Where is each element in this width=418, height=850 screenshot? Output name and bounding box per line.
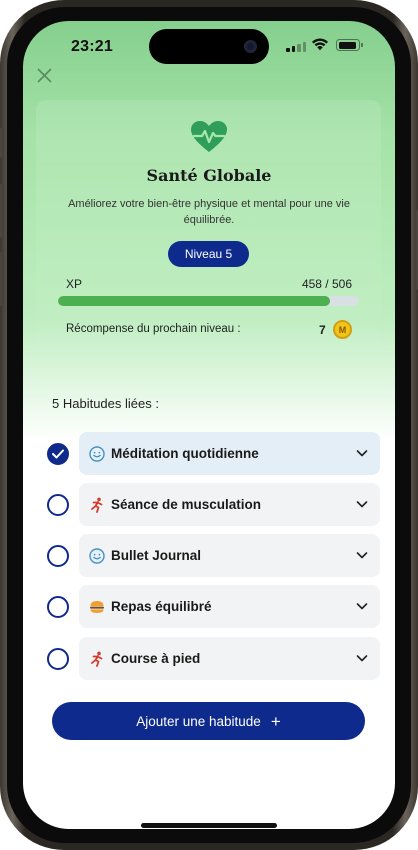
xp-value: 458 / 506	[301, 277, 352, 291]
habit-card[interactable]: Méditation quotidienne	[79, 432, 380, 475]
action-button	[0, 128, 2, 158]
habit-label: Repas équilibré	[111, 599, 212, 614]
status-bar: 23:21	[23, 21, 395, 75]
habit-checkbox[interactable]	[47, 648, 69, 670]
xp-label: XP	[66, 277, 83, 291]
reward-value: 7	[319, 323, 326, 337]
burger-icon	[88, 598, 105, 615]
smile-icon	[88, 547, 105, 564]
chevron-down-icon[interactable]	[356, 653, 368, 663]
level-badge: Niveau 5	[168, 241, 249, 267]
reward-label: Récompense du prochain niveau :	[66, 323, 241, 335]
camera-icon	[244, 40, 257, 53]
wifi-icon	[312, 38, 328, 51]
chevron-down-icon[interactable]	[356, 550, 368, 560]
habit-checkbox[interactable]	[47, 443, 69, 465]
heart-pulse-icon	[191, 121, 227, 152]
close-button[interactable]	[34, 65, 54, 85]
habit-row: Bullet Journal	[23, 534, 395, 578]
goal-description: Améliorez votre bien-être physique et me…	[68, 198, 350, 226]
volume-down-button	[0, 252, 2, 306]
close-icon	[37, 68, 51, 82]
status-time: 23:21	[71, 38, 113, 55]
habits-heading: 5 Habitudes liées :	[52, 396, 159, 411]
signal-icon	[286, 41, 306, 52]
chevron-down-icon[interactable]	[356, 448, 368, 458]
habit-card[interactable]: Bullet Journal	[79, 534, 380, 577]
smile-icon	[88, 445, 105, 462]
dynamic-island	[149, 29, 269, 64]
habit-checkbox[interactable]	[47, 545, 69, 567]
xp-progress-bar	[58, 296, 359, 306]
habit-checkbox[interactable]	[47, 596, 69, 618]
habit-card[interactable]: Repas équilibré	[79, 585, 380, 628]
plus-icon: +	[270, 711, 281, 731]
checkmark-icon	[52, 449, 64, 459]
goal-title: Santé Globale	[146, 166, 272, 185]
habit-label: Course à pied	[111, 651, 201, 666]
habit-label: Bullet Journal	[111, 548, 202, 563]
add-habit-button[interactable]: Ajouter une habitude +	[52, 702, 365, 740]
app-screen: 23:21 Santé Globale Améliorez votre bien…	[23, 21, 395, 829]
habit-row: Méditation quotidienne	[23, 432, 395, 476]
chevron-down-icon[interactable]	[356, 499, 368, 509]
habit-card[interactable]: Séance de musculation	[79, 483, 380, 526]
chevron-down-icon[interactable]	[356, 601, 368, 611]
running-icon	[88, 650, 105, 667]
running-icon	[88, 496, 105, 513]
coin-icon: M	[333, 320, 352, 339]
xp-progress-fill	[58, 296, 331, 306]
habit-row: Repas équilibré	[23, 585, 395, 629]
add-habit-label: Ajouter une habitude	[136, 713, 261, 729]
home-indicator[interactable]	[141, 823, 277, 828]
volume-up-button	[0, 184, 2, 238]
habit-checkbox[interactable]	[47, 494, 69, 516]
phone-frame: 23:21 Santé Globale Améliorez votre bien…	[0, 0, 418, 850]
habit-card[interactable]: Course à pied	[79, 637, 380, 680]
habit-row: Course à pied	[23, 637, 395, 681]
habit-row: Séance de musculation	[23, 483, 395, 527]
battery-icon	[336, 39, 363, 51]
habit-label: Séance de musculation	[111, 497, 262, 512]
habit-label: Méditation quotidienne	[111, 446, 259, 461]
